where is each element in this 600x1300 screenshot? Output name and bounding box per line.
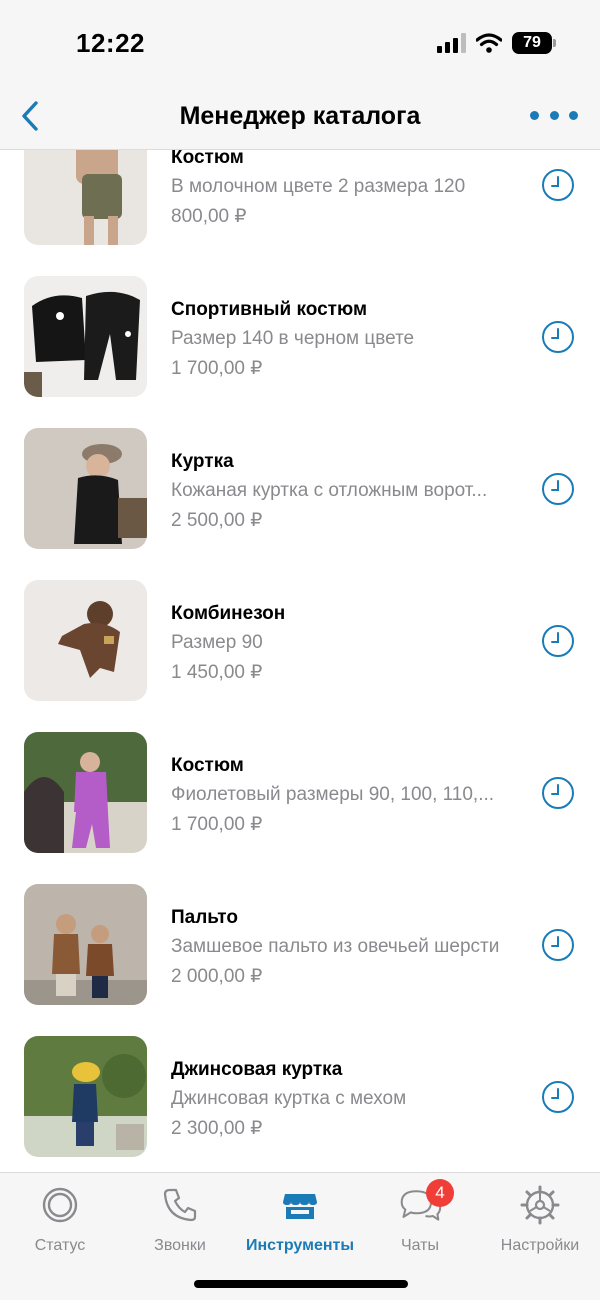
- navigation-bar: Менеджер каталога: [0, 88, 600, 150]
- clock-icon: [542, 625, 574, 657]
- product-thumbnail: [24, 150, 147, 245]
- unread-badge: 4: [426, 1179, 454, 1207]
- catalog-item[interactable]: Костюм Фиолетовый размеры 90, 100, 110,.…: [0, 723, 600, 875]
- catalog-item[interactable]: Спортивный костюм Размер 140 в черном цв…: [0, 267, 600, 419]
- wifi-icon: [476, 33, 502, 53]
- tab-label: Звонки: [154, 1237, 206, 1254]
- tab-label: Настройки: [500, 1237, 580, 1254]
- item-description: Фиолетовый размеры 90, 100, 110,...: [171, 784, 495, 805]
- battery-indicator: 79: [512, 32, 556, 54]
- status-icons: 79: [437, 32, 556, 54]
- clock-icon: [542, 321, 574, 353]
- store-icon: [278, 1183, 322, 1227]
- item-description: Джинсовая куртка с мехом: [171, 1088, 407, 1109]
- product-thumbnail: [24, 276, 147, 397]
- tab-status[interactable]: Статус: [0, 1183, 120, 1263]
- clock-icon: [542, 777, 574, 809]
- tab-label: Чаты: [400, 1237, 440, 1254]
- tab-label: Статус: [34, 1237, 86, 1254]
- tab-chats[interactable]: 4 Чаты: [360, 1179, 480, 1263]
- status-time: 12:22: [76, 28, 145, 58]
- catalog-item[interactable]: Комбинезон Размер 90 1 450,00 ₽: [0, 571, 600, 723]
- item-title: Костюм: [171, 755, 244, 776]
- status-bar: 12:22 79: [0, 0, 600, 88]
- item-title: Куртка: [171, 451, 234, 472]
- catalog-list: Костюм В молочном цвете 2 размера 120 80…: [0, 150, 600, 1172]
- product-thumbnail: [24, 884, 147, 1005]
- cellular-signal-icon: [437, 33, 466, 53]
- item-price: 2 000,00 ₽: [171, 966, 263, 987]
- more-dots-icon: [530, 110, 539, 120]
- catalog-item[interactable]: Джинсовая куртка Джинсовая куртка с мехо…: [0, 1027, 600, 1172]
- item-title: Пальто: [171, 907, 238, 928]
- item-description: В молочном цвете 2 размера 120: [171, 176, 466, 197]
- catalog-item[interactable]: Куртка Кожаная куртка с отложным ворот..…: [0, 419, 600, 571]
- page-title: Менеджер каталога: [179, 102, 421, 130]
- tab-calls[interactable]: Звонки: [120, 1183, 240, 1263]
- clock-icon: [542, 169, 574, 201]
- product-thumbnail: [24, 428, 147, 549]
- item-price: 1 700,00 ₽: [171, 358, 263, 379]
- item-description: Замшевое пальто из овечьей шерсти: [171, 936, 500, 957]
- item-title: Спортивный костюм: [171, 299, 368, 320]
- item-price: 1 450,00 ₽: [171, 662, 263, 683]
- catalog-item[interactable]: Пальто Замшевое пальто из овечьей шерсти…: [0, 875, 600, 1027]
- status-icon: [38, 1183, 82, 1227]
- item-title: Джинсовая куртка: [171, 1059, 343, 1080]
- product-thumbnail: [24, 732, 147, 853]
- clock-icon: [542, 929, 574, 961]
- tab-tools[interactable]: Инструменты: [240, 1183, 360, 1263]
- item-description: Кожаная куртка с отложным ворот...: [171, 480, 488, 501]
- clock-icon: [542, 1081, 574, 1113]
- gear-icon: [518, 1183, 562, 1227]
- item-description: Размер 90: [171, 632, 263, 653]
- item-price: 2 300,00 ₽: [171, 1118, 263, 1139]
- clock-icon: [542, 473, 574, 505]
- phone-icon: [158, 1183, 202, 1227]
- item-title: Костюм: [171, 150, 244, 168]
- home-indicator: [194, 1280, 408, 1288]
- catalog-item[interactable]: Костюм В молочном цвете 2 размера 120 80…: [0, 150, 600, 267]
- tab-label: Инструменты: [245, 1237, 355, 1254]
- item-price: 2 500,00 ₽: [171, 510, 263, 531]
- tab-settings[interactable]: Настройки: [480, 1183, 600, 1263]
- item-title: Комбинезон: [171, 603, 286, 624]
- product-thumbnail: [24, 580, 147, 701]
- item-price: 1 700,00 ₽: [171, 814, 263, 835]
- item-description: Размер 140 в черном цвете: [171, 328, 415, 349]
- more-options-button[interactable]: [530, 102, 578, 128]
- item-price: 800,00 ₽: [171, 206, 247, 227]
- product-thumbnail: [24, 1036, 147, 1157]
